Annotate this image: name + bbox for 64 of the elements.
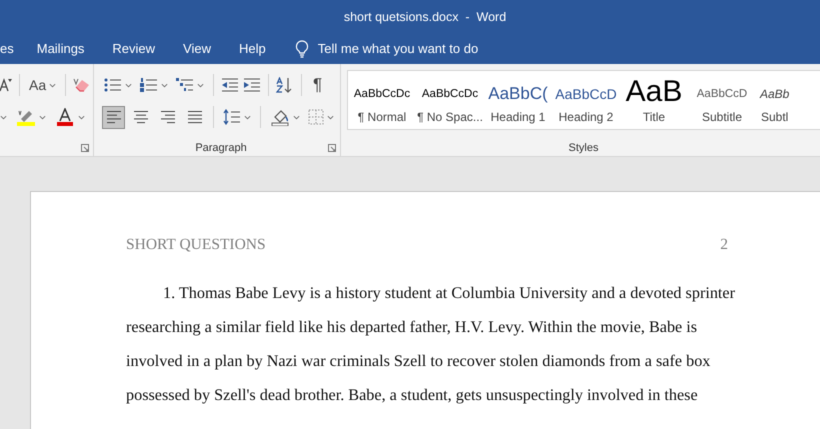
caret-icon bbox=[244, 114, 251, 120]
increase-indent-icon[interactable] bbox=[243, 77, 261, 93]
multilevel-list-icon bbox=[176, 77, 194, 93]
caret-icon bbox=[197, 82, 204, 88]
style-item[interactable]: AaBb Subtl bbox=[756, 71, 790, 129]
decrease-indent-icon[interactable] bbox=[221, 77, 239, 93]
style-name: Title bbox=[642, 110, 666, 124]
group-label: Paragraph bbox=[195, 142, 247, 154]
bulleted-list-icon bbox=[104, 77, 122, 93]
style-item[interactable]: AaBbC( Heading 1 bbox=[484, 71, 552, 129]
tell-me-field[interactable]: Tell me what you want to do bbox=[318, 41, 478, 56]
eraser-icon[interactable] bbox=[73, 77, 92, 93]
style-name: ¶ No Spac... bbox=[417, 110, 483, 124]
style-preview: AaBb bbox=[760, 86, 790, 103]
caret-icon[interactable] bbox=[0, 114, 7, 120]
style-preview: AaBbC( bbox=[488, 83, 548, 105]
group-label: Styles bbox=[568, 142, 598, 154]
align-button[interactable] bbox=[102, 106, 125, 128]
caret-icon bbox=[49, 82, 56, 88]
line-spacing-icon bbox=[223, 109, 241, 125]
caret-icon bbox=[125, 82, 132, 88]
show-formatting-marks-button[interactable]: ¶ bbox=[309, 75, 326, 95]
style-name: ¶ Normal bbox=[358, 110, 406, 124]
style-name: Heading 1 bbox=[490, 110, 546, 124]
body-paragraph: 1. Thomas Babe Levy is a history student at Columbia University and a devoted sprinter researching a similar field like his departed father, H.V. Levy. Within the movie, Babe is involved in a plan by Nazi war criminals Szell to recover stolen diamonds from a safe box possessed by Szell's dead brother. Babe, a student, gets unsuspectingly involved in these bbox=[126, 283, 736, 406]
style-preview: AaBbCcDc bbox=[354, 87, 410, 102]
style-item[interactable]: AaBbCcD Subtitle bbox=[688, 71, 756, 129]
dialog-launcher-icon[interactable] bbox=[328, 144, 336, 152]
change-case-button[interactable]: Aa bbox=[27, 75, 58, 95]
style-item[interactable]: AaBbCcDc ¶ Normal bbox=[348, 71, 416, 129]
dialog-launcher-icon[interactable] bbox=[81, 144, 89, 152]
caret-icon bbox=[327, 114, 334, 120]
font-color-icon[interactable] bbox=[56, 108, 74, 126]
caret-icon[interactable] bbox=[39, 114, 46, 120]
style-preview: AaBbCcD bbox=[555, 85, 617, 104]
style-name: Subtitle bbox=[702, 110, 742, 124]
style-item[interactable]: AaBbCcD Heading 2 bbox=[552, 71, 620, 129]
ribbon-tab[interactable]: Help bbox=[228, 33, 277, 64]
sort-icon[interactable] bbox=[276, 77, 294, 93]
ribbon-tab[interactable]: View bbox=[172, 33, 222, 64]
borders-icon bbox=[308, 109, 324, 125]
numbering-button[interactable] bbox=[138, 75, 170, 95]
style-item[interactable]: AaBbCcDc ¶ No Spac... bbox=[416, 71, 484, 129]
style-name: Heading 2 bbox=[558, 110, 614, 124]
caret-icon bbox=[293, 114, 300, 120]
style-name: Subtl bbox=[761, 110, 788, 124]
style-item[interactable]: AaB Title bbox=[620, 71, 688, 129]
style-preview: AaBbCcDc bbox=[422, 87, 478, 102]
numbered-list-icon bbox=[140, 77, 158, 93]
ribbon-tab[interactable]: es bbox=[0, 33, 14, 64]
caret-icon bbox=[161, 82, 168, 88]
style-preview: AaB bbox=[626, 79, 682, 105]
caret-icon[interactable] bbox=[78, 114, 85, 120]
style-preview: AaBbCcD bbox=[696, 87, 748, 102]
highlighter-icon[interactable] bbox=[17, 108, 35, 126]
line-spacing-button[interactable] bbox=[221, 107, 253, 127]
page-header: SHORT QUESTIONS bbox=[126, 236, 266, 254]
ribbon-tab[interactable]: Mailings bbox=[26, 33, 96, 64]
lightbulb-icon bbox=[294, 40, 309, 58]
ribbon-tab[interactable]: Review bbox=[101, 33, 166, 64]
page-number: 2 bbox=[720, 236, 728, 254]
paint-bucket-icon bbox=[270, 108, 290, 126]
window-title: short quetsions.docx - Word bbox=[344, 10, 506, 24]
shrink-font-icon[interactable] bbox=[0, 77, 12, 93]
